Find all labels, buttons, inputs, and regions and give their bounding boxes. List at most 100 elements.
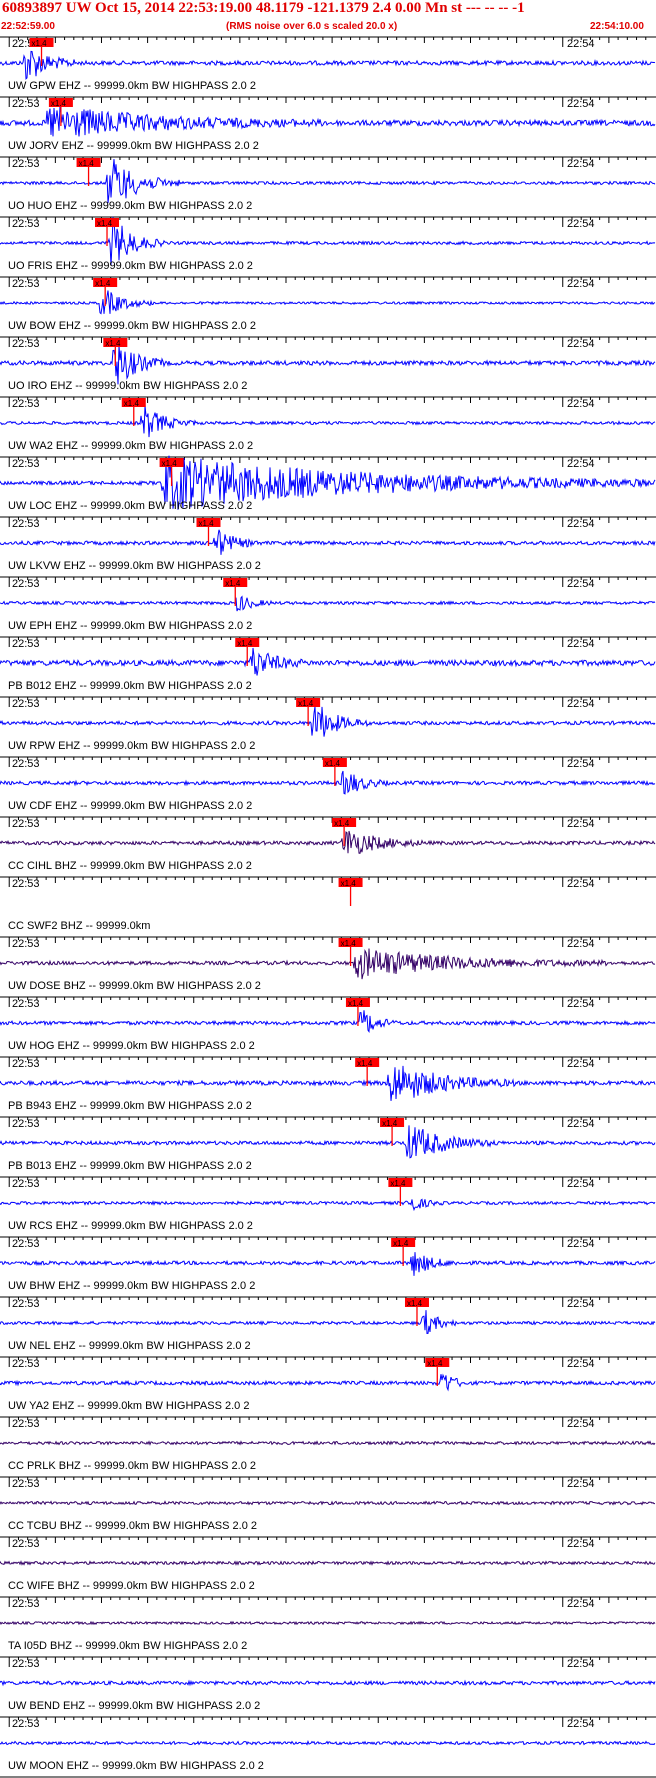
channel-label: UW YA2 EHZ -- 99999.0km BW HIGHPASS 2.0 … — [8, 1400, 249, 1412]
pick-label: x1.4 — [51, 99, 67, 108]
minute-label: 22:53 — [12, 938, 40, 950]
minute-label: 22:53 — [12, 698, 40, 710]
channel-label: UW DOSE BHZ -- 99999.0km BW HIGHPASS 2.0… — [8, 980, 261, 992]
pick-label: x1.4 — [237, 639, 253, 648]
channel-label: UW LKVW EHZ -- 99999.0km BW HIGHPASS 2.0… — [8, 560, 261, 572]
waveform-trace — [0, 1679, 656, 1687]
minute-label: 22:53 — [12, 218, 40, 230]
channel-label: PB B943 EHZ -- 99999.0km BW HIGHPASS 2.0… — [8, 1100, 252, 1112]
minute-label: 22:54 — [567, 1238, 595, 1250]
minute-label: 22:53 — [12, 638, 40, 650]
channel-label: UO FRIS EHZ -- 99999.0km BW HIGHPASS 2.0… — [8, 260, 253, 272]
channel-label: UO HUO EHZ -- 99999.0km BW HIGHPASS 2.0 … — [8, 200, 252, 212]
minute-label: 22:54 — [567, 218, 595, 230]
minute-label: 22:54 — [567, 1538, 595, 1550]
pick-label: x1.4 — [427, 1359, 443, 1368]
channel-label: UO IRO EHZ -- 99999.0km BW HIGHPASS 2.0 … — [8, 380, 247, 392]
minute-label: 22:53 — [12, 458, 40, 470]
waveform-trace — [0, 1500, 655, 1506]
channel-label: CC WIFE BHZ -- 99999.0km BW HIGHPASS 2.0… — [8, 1580, 255, 1592]
pick-label: x1.4 — [298, 699, 314, 708]
waveform-trace — [0, 345, 656, 385]
minute-label: 22:53 — [12, 1298, 40, 1310]
waveform-trace — [0, 529, 656, 555]
pick-label: x1.4 — [334, 819, 350, 828]
minute-label: 22:54 — [567, 1298, 595, 1310]
channel-label: UW BOW EHZ -- 99999.0km BW HIGHPASS 2.0 … — [8, 320, 256, 332]
pick-label: x1.4 — [105, 339, 121, 348]
minute-label: 22:54 — [567, 1418, 595, 1430]
minute-label: 22:53 — [12, 1118, 40, 1130]
pick-label: x1.4 — [225, 579, 241, 588]
minute-label: 22:53 — [12, 338, 40, 350]
channel-label: CC TCBU BHZ -- 99999.0km BW HIGHPASS 2.0… — [8, 1520, 257, 1532]
channel-label: CC SWF2 BHZ -- 99999.0km — [8, 920, 150, 932]
minute-label: 22:53 — [12, 1238, 40, 1250]
waveform-trace — [0, 50, 656, 80]
channel-label: UW BHW EHZ -- 99999.0km BW HIGHPASS 2.0 … — [8, 1280, 255, 1292]
pick-label: x1.4 — [341, 939, 357, 948]
minute-label: 22:54 — [567, 458, 595, 470]
pick-label: x1.4 — [79, 159, 95, 168]
minute-label: 22:53 — [12, 1358, 40, 1370]
minute-label: 22:53 — [12, 1718, 40, 1730]
waveform-trace — [0, 1065, 656, 1101]
channel-label: UW HOG EHZ -- 99999.0km BW HIGHPASS 2.0 … — [8, 1040, 255, 1052]
pick-label: x1.4 — [382, 1119, 398, 1128]
minute-label: 22:54 — [567, 398, 595, 410]
channel-label: PB B013 EHZ -- 99999.0km BW HIGHPASS 2.0… — [8, 1160, 252, 1172]
channel-label: UW EPH EHZ -- 99999.0km BW HIGHPASS 2.0 … — [8, 620, 252, 632]
waveform-trace — [0, 1010, 656, 1034]
channel-label: UW BEND EHZ -- 99999.0km BW HIGHPASS 2.0… — [8, 1700, 260, 1712]
channel-label: UW WA2 EHZ -- 99999.0km BW HIGHPASS 2.0 … — [8, 440, 253, 452]
pick-label: x1.4 — [97, 219, 113, 228]
minute-label: 22:53 — [12, 1478, 40, 1490]
minute-label: 22:54 — [567, 998, 595, 1010]
waveform-trace — [0, 647, 656, 676]
waveform-trace — [0, 948, 656, 980]
minute-label: 22:53 — [12, 758, 40, 770]
minute-label: 22:54 — [567, 338, 595, 350]
channel-label: CC CIHL BHZ -- 99999.0km BW HIGHPASS 2.0… — [8, 860, 252, 872]
waveform-trace — [0, 1740, 656, 1746]
end-time: 22:54:10.00 — [590, 21, 644, 32]
waveform-trace — [0, 830, 656, 854]
minute-label: 22:53 — [12, 158, 40, 170]
minute-label: 22:53 — [12, 1058, 40, 1070]
minute-label: 22:53 — [12, 1178, 40, 1190]
seismogram-plot: 22:53 22:54 x1.4 UW GPW EHZ -- 99999.0km BW… — [0, 36, 656, 1778]
waveform-trace — [0, 1440, 656, 1446]
waveform-trace — [0, 1373, 656, 1392]
minute-label: 22:54 — [567, 1658, 595, 1670]
waveform-trace — [0, 1252, 656, 1276]
channel-label: PB B012 EHZ -- 99999.0km BW HIGHPASS 2.0… — [8, 680, 252, 692]
minute-label: 22:54 — [567, 578, 595, 590]
pick-label: x1.4 — [124, 399, 140, 408]
pick-label: x1.4 — [162, 459, 178, 468]
channel-label: TA I05D BHZ -- 99999.0km BW HIGHPASS 2.0… — [8, 1640, 247, 1652]
pick-label: x1.4 — [95, 279, 111, 288]
pick-label: x1.4 — [325, 759, 341, 768]
minute-label: 22:54 — [567, 1058, 595, 1070]
channel-label: UW JORV EHZ -- 99999.0km BW HIGHPASS 2.0… — [8, 140, 259, 152]
minute-label: 22:53 — [12, 998, 40, 1010]
minute-label: 22:54 — [567, 98, 595, 110]
minute-label: 22:53 — [12, 398, 40, 410]
waveform-trace — [0, 595, 656, 612]
minute-label: 22:54 — [567, 878, 595, 890]
pick-label: x1.4 — [393, 1239, 409, 1248]
channel-label: CC PRLK BHZ -- 99999.0km BW HIGHPASS 2.0… — [8, 1460, 256, 1472]
start-time: 22:52:59.00 — [1, 21, 55, 32]
minute-label: 22:53 — [12, 518, 40, 530]
minute-label: 22:54 — [567, 938, 595, 950]
pick-label: x1.4 — [407, 1299, 423, 1308]
plot-header: 60893897 UW Oct 15, 2014 22:53:19.00 48.… — [0, 0, 656, 36]
minute-label: 22:53 — [12, 1598, 40, 1610]
minute-label: 22:54 — [567, 1598, 595, 1610]
waveform-trace — [0, 105, 656, 137]
minute-label: 22:53 — [12, 578, 40, 590]
waveform-trace — [0, 1198, 656, 1212]
minute-label: 22:54 — [567, 158, 595, 170]
minute-label: 22:53 — [12, 878, 40, 890]
channel-label: UW NEL EHZ -- 99999.0km BW HIGHPASS 2.0 … — [8, 1340, 251, 1352]
